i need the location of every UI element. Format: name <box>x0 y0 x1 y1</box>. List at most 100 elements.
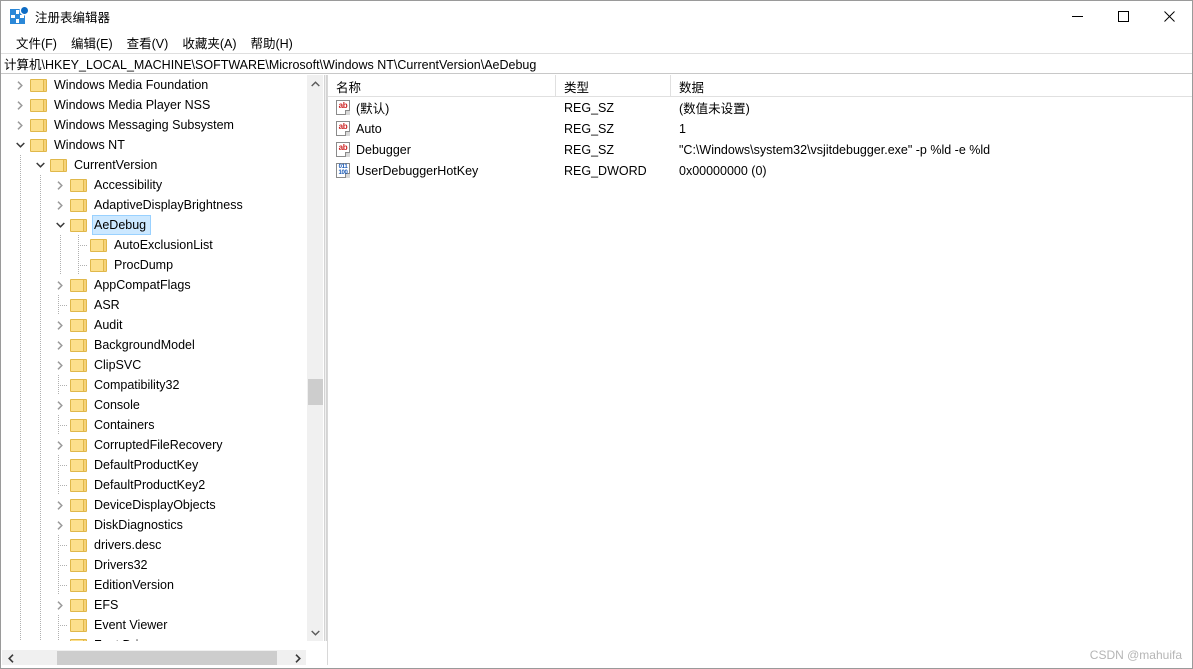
values-column-headers: 名称 类型 数据 <box>328 75 1192 97</box>
chevron-right-icon <box>57 180 63 190</box>
tree-item-drivers32[interactable]: Drivers32 <box>2 555 306 575</box>
tree-item-editionversion[interactable]: EditionVersion <box>2 575 306 595</box>
tree-guide-line <box>20 435 21 455</box>
folder-icon <box>70 418 87 432</box>
registry-editor-window: 注册表编辑器 文件(F) 编辑(E) 查看(V) 收藏夹(A) 帮助(H) 计算… <box>0 0 1193 669</box>
maximize-button[interactable] <box>1100 1 1146 32</box>
tree-item-console[interactable]: Console <box>2 395 306 415</box>
string-glyph: ab <box>338 101 348 110</box>
chevron-right-icon <box>57 200 63 210</box>
column-header-type[interactable]: 类型 <box>556 75 671 96</box>
tree-item-label: Event Viewer <box>94 618 168 632</box>
tree-item-efs[interactable]: EFS <box>2 595 306 615</box>
tree-expander-expand[interactable] <box>50 395 70 415</box>
tree-expander-expand[interactable] <box>50 315 70 335</box>
tree-item-label: Windows Media Foundation <box>54 78 209 92</box>
tree-guide-stub <box>58 545 67 546</box>
tree-item-asr[interactable]: ASR <box>2 295 306 315</box>
tree-item-defaultproductkey[interactable]: DefaultProductKey <box>2 455 306 475</box>
column-header-data[interactable]: 数据 <box>671 75 1192 96</box>
minimize-button[interactable] <box>1054 1 1100 32</box>
tree-vertical-scrollbar[interactable] <box>306 75 323 641</box>
value-name-text: Debugger <box>356 142 411 157</box>
address-bar[interactable]: 计算机\HKEY_LOCAL_MACHINE\SOFTWARE\Microsof… <box>1 53 1192 74</box>
tree-item-event-viewer[interactable]: Event Viewer <box>2 615 306 635</box>
tree-item-backgroundmodel[interactable]: BackgroundModel <box>2 335 306 355</box>
tree-guide-line <box>78 255 79 275</box>
registry-tree[interactable]: Windows Media Foundation Windows Media Pl… <box>2 75 306 641</box>
tree-guide-line <box>40 255 41 275</box>
scroll-down-button[interactable] <box>307 624 324 641</box>
tree-item-windows-messaging-subsystem[interactable]: Windows Messaging Subsystem <box>2 115 306 135</box>
tree-guide-line <box>20 555 21 575</box>
tree-item-windows-media-foundation[interactable]: Windows Media Foundation <box>2 75 306 95</box>
tree-expander-expand[interactable] <box>50 595 70 615</box>
tree-item-windows-media-player-nss[interactable]: Windows Media Player NSS <box>2 95 306 115</box>
value-data-cell: (数值未设置) <box>679 102 750 116</box>
value-row[interactable]: ab Auto REG_SZ 1 <box>328 118 1192 139</box>
value-row[interactable]: ab (默认) REG_SZ (数值未设置) <box>328 97 1192 118</box>
chevron-down-icon <box>15 142 25 148</box>
tree-item-clipsvc[interactable]: ClipSVC <box>2 355 306 375</box>
tree-expander-expand[interactable] <box>10 95 30 115</box>
column-header-name[interactable]: 名称 <box>328 75 556 96</box>
tree-leaf-connector <box>70 255 90 275</box>
tree-item-procdump[interactable]: ProcDump <box>2 255 306 275</box>
scroll-up-button[interactable] <box>307 75 324 92</box>
tree-item-corruptedfilerecovery[interactable]: CorruptedFileRecovery <box>2 435 306 455</box>
tree-expander-expand[interactable] <box>50 515 70 535</box>
close-button[interactable] <box>1146 1 1192 32</box>
tree-item-containers[interactable]: Containers <box>2 415 306 435</box>
tree-expander-expand[interactable] <box>50 335 70 355</box>
tree-expander-collapse[interactable] <box>10 135 30 155</box>
tree-guide-line <box>20 355 21 375</box>
tree-item-aedebug[interactable]: AeDebug <box>2 215 306 235</box>
tree-hscroll-thumb[interactable] <box>57 651 277 666</box>
menu-file[interactable]: 文件(F) <box>9 31 64 54</box>
tree-expander-expand[interactable] <box>50 435 70 455</box>
tree-expander-expand[interactable] <box>50 495 70 515</box>
tree-item-defaultproductkey2[interactable]: DefaultProductKey2 <box>2 475 306 495</box>
dword-value-icon: 011 100 <box>336 163 350 178</box>
value-row[interactable]: ab Debugger REG_SZ "C:\Windows\system32\vsj… <box>328 139 1192 160</box>
tree-item-currentversion[interactable]: CurrentVersion <box>2 155 306 175</box>
value-row[interactable]: 011 100 UserDebuggerHotKey REG_DWORD 0x00000… <box>328 160 1192 181</box>
tree-guide-line <box>20 335 21 355</box>
menu-help[interactable]: 帮助(H) <box>243 31 299 54</box>
tree-item-accessibility[interactable]: Accessibility <box>2 175 306 195</box>
tree-expander-expand[interactable] <box>50 355 70 375</box>
tree-expander-expand[interactable] <box>10 75 30 95</box>
tree-item-audit[interactable]: Audit <box>2 315 306 335</box>
tree-guide-stub <box>58 305 67 306</box>
tree-item-compatibility32[interactable]: Compatibility32 <box>2 375 306 395</box>
tree-item-windows-nt[interactable]: Windows NT <box>2 135 306 155</box>
tree-guide-line <box>40 595 41 615</box>
tree-item-label: AppCompatFlags <box>94 278 191 292</box>
tree-item-label: Drivers32 <box>94 558 148 572</box>
chevron-right-icon <box>57 360 63 370</box>
tree-expander-collapse[interactable] <box>50 215 70 235</box>
menu-view[interactable]: 查看(V) <box>120 31 176 54</box>
tree-guide-stub <box>58 625 67 626</box>
tree-scroll-thumb[interactable] <box>308 379 323 405</box>
tree-item-autoexclusionlist[interactable]: AutoExclusionList <box>2 235 306 255</box>
tree-guide-line <box>20 515 21 535</box>
tree-guide-line <box>20 635 21 641</box>
tree-guide-line <box>40 475 41 495</box>
folder-icon <box>70 378 87 392</box>
tree-item-appcompatflags[interactable]: AppCompatFlags <box>2 275 306 295</box>
values-list[interactable]: ab (默认) REG_SZ (数值未设置) ab Auto REG_SZ 1 ab Debugg… <box>328 97 1192 181</box>
tree-item-devicedisplayobjects[interactable]: DeviceDisplayObjects <box>2 495 306 515</box>
tree-expander-expand[interactable] <box>50 275 70 295</box>
tree-item-drivers-desc[interactable]: drivers.desc <box>2 535 306 555</box>
tree-expander-expand[interactable] <box>50 175 70 195</box>
tree-item-diskdiagnostics[interactable]: DiskDiagnostics <box>2 515 306 535</box>
menu-edit[interactable]: 编辑(E) <box>64 31 120 54</box>
tree-expander-expand[interactable] <box>10 115 30 135</box>
chevron-right-icon <box>57 400 63 410</box>
tree-expander-collapse[interactable] <box>30 155 50 175</box>
menu-favorites[interactable]: 收藏夹(A) <box>175 31 243 54</box>
tree-item-adaptivedisplaybrightness[interactable]: AdaptiveDisplayBrightness <box>2 195 306 215</box>
tree-expander-expand[interactable] <box>50 195 70 215</box>
tree-item-font-drivers[interactable]: Font Drivers <box>2 635 306 641</box>
